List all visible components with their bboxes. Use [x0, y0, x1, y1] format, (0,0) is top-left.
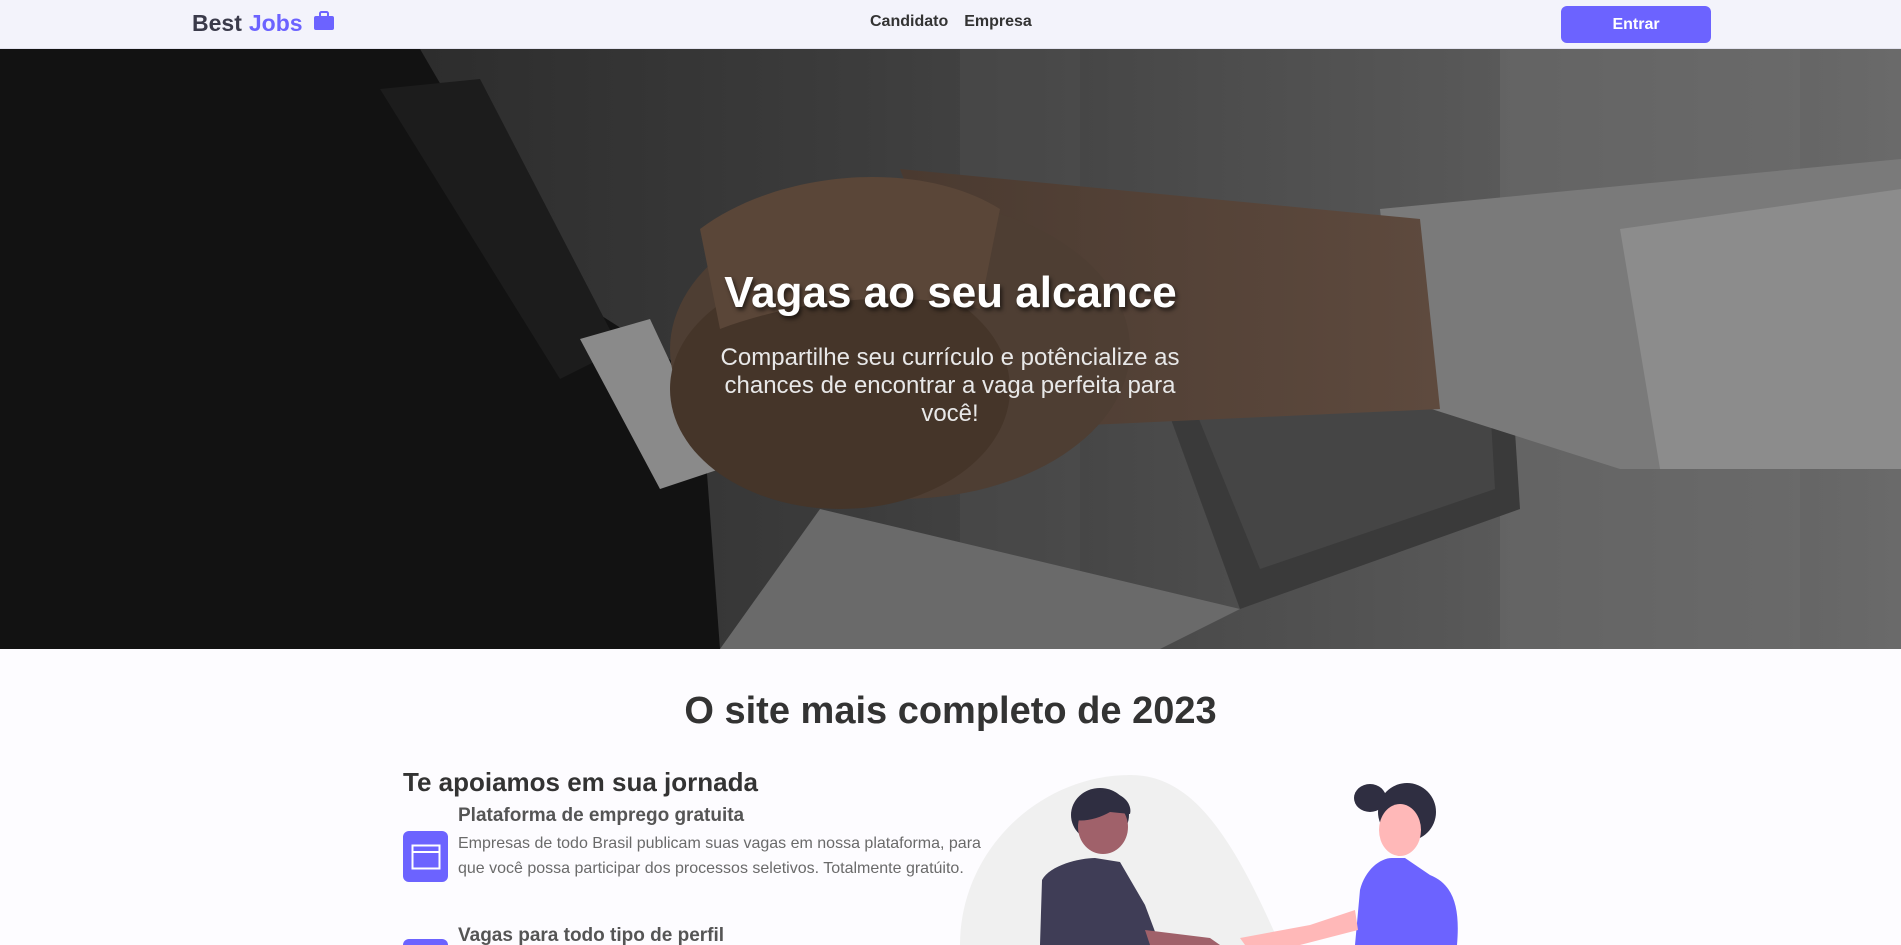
logo-text-jobs: Jobs	[248, 10, 303, 36]
hero-subtitle: Compartilhe seu currículo e potêncialize…	[720, 344, 1180, 427]
feature-title: Vagas para todo tipo de perfil	[458, 925, 725, 945]
briefcase-icon	[313, 10, 335, 37]
browser-window-icon	[403, 831, 448, 882]
feature-item: Vagas para todo tipo de perfil	[403, 925, 998, 945]
navbar: Best Jobs Candidato Empresa Entrar	[0, 0, 1901, 49]
login-button[interactable]: Entrar	[1561, 6, 1711, 43]
site-logo[interactable]: Best Jobs	[192, 10, 335, 37]
section-subheading: Te apoiamos em sua jornada	[403, 767, 758, 797]
hero-banner: Vagas ao seu alcance Compartilhe seu cur…	[0, 49, 1901, 649]
feature-item: Plataforma de emprego gratuita Empresas …	[403, 805, 998, 882]
profile-icon	[403, 939, 448, 945]
hero-title: Vagas ao seu alcance	[724, 268, 1177, 317]
nav-link-candidato[interactable]: Candidato	[870, 13, 948, 31]
logo-text-best: Best	[192, 10, 242, 36]
feature-title: Plataforma de emprego gratuita	[458, 805, 745, 826]
handshake-illustration	[960, 775, 1458, 945]
nav-link-empresa[interactable]: Empresa	[964, 13, 1032, 31]
feature-description: Empresas de todo Brasil publicam suas va…	[458, 835, 981, 877]
main-nav: Candidato Empresa	[870, 13, 1032, 31]
section-title: O site mais completo de 2023	[684, 690, 1217, 732]
